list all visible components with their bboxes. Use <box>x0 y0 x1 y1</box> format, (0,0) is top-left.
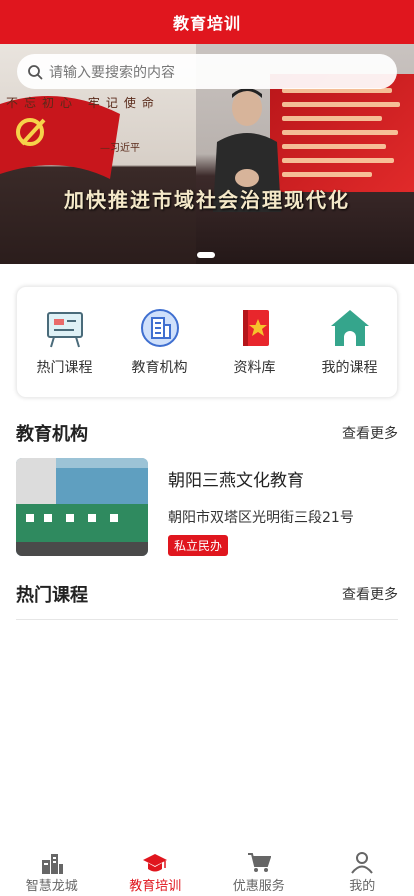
home-icon <box>330 310 369 346</box>
tab-mine[interactable]: 我的 <box>312 852 412 894</box>
teaching-board-icon <box>46 312 83 348</box>
quick-nav-library[interactable]: 资料库 <box>210 307 300 377</box>
tab-discount-service[interactable]: 优惠服务 <box>209 852 309 894</box>
tab-education[interactable]: 教育培训 <box>105 852 205 894</box>
tab-label: 教育培训 <box>129 879 182 894</box>
institution-info: 朝阳三燕文化教育 朝阳市双塔区光明街三段21号 私立民办 <box>168 458 354 558</box>
building-badge-icon <box>140 309 179 347</box>
quick-nav-label: 教育机构 <box>131 360 188 376</box>
top-bar: 教育培训 <box>0 0 414 44</box>
institution-address: 朝阳市双塔区光明街三段21号 <box>168 510 354 526</box>
quick-nav-institutions[interactable]: 教育机构 <box>115 307 205 377</box>
bottom-tab-bar: 智慧龙城 教育培训 优惠服务 我的 <box>0 846 414 896</box>
search-icon <box>28 64 43 79</box>
tab-label: 我的 <box>349 879 376 894</box>
page-title: 教育培训 <box>172 14 241 33</box>
shopping-cart-icon <box>247 853 271 872</box>
quick-nav-label: 热门课程 <box>36 360 93 376</box>
institution-card[interactable]: 朝阳三燕文化教育 朝阳市双塔区光明街三段21号 私立民办 <box>16 458 398 558</box>
banner-calligraphy: 不忘初心 牢记使命 <box>6 96 160 110</box>
banner-slogan: 加快推进市域社会治理现代化 <box>64 188 350 212</box>
section-title: 教育机构 <box>16 424 88 445</box>
courses-header: 热门课程 查看更多 <box>16 581 398 607</box>
section-title: 热门课程 <box>16 585 88 606</box>
graduation-cap-icon <box>143 854 168 872</box>
banner-red-board <box>270 74 414 192</box>
search-bar[interactable]: 请输入要搜索的内容 <box>17 54 397 89</box>
user-icon <box>351 852 374 874</box>
search-input[interactable]: 请输入要搜索的内容 <box>49 62 175 82</box>
tab-label: 智慧龙城 <box>25 879 78 894</box>
institution-name: 朝阳三燕文化教育 <box>168 471 304 491</box>
book-icon <box>242 310 269 346</box>
institutions-more-link[interactable]: 查看更多 <box>342 423 398 443</box>
carousel-indicator[interactable] <box>197 252 215 258</box>
courses-more-link[interactable]: 查看更多 <box>342 584 398 604</box>
divider <box>16 619 398 620</box>
city-buildings-icon <box>41 854 63 874</box>
tab-label: 优惠服务 <box>232 879 285 894</box>
institution-photo <box>16 458 148 556</box>
quick-nav-my-courses[interactable]: 我的课程 <box>305 307 395 377</box>
tab-smart-city[interactable]: 智慧龙城 <box>2 852 102 894</box>
banner-calligraphy-sign: —习近平 <box>100 143 140 154</box>
quick-nav-label: 资料库 <box>233 360 276 376</box>
institution-type-badge: 私立民办 <box>168 535 229 556</box>
institutions-header: 教育机构 查看更多 <box>16 420 398 446</box>
quick-nav-hot-courses[interactable]: 热门课程 <box>20 307 110 377</box>
quick-nav-label: 我的课程 <box>321 360 378 376</box>
quick-nav-card: 热门课程 教育机构 资料库 我的课程 <box>16 286 398 398</box>
